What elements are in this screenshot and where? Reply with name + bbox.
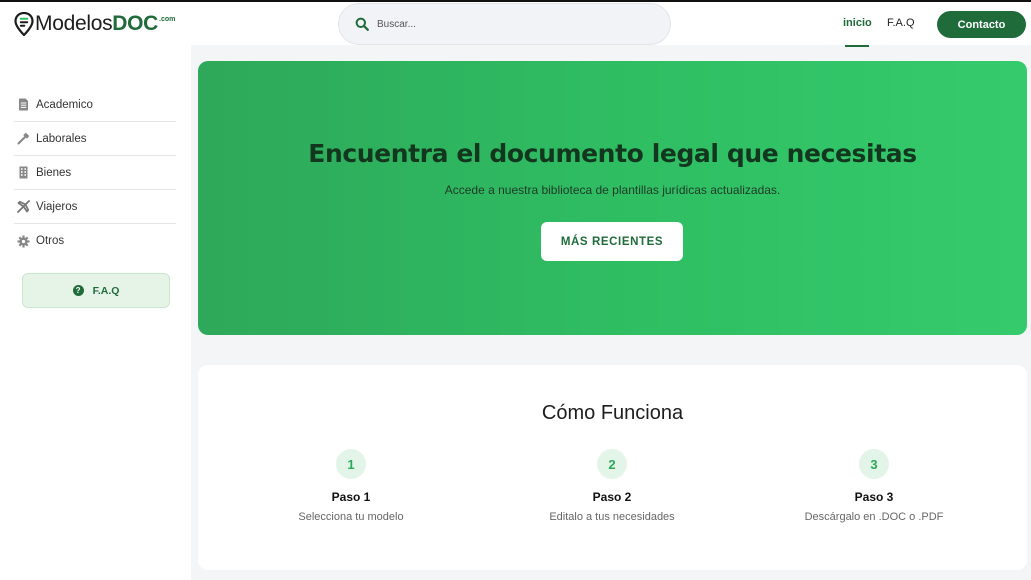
active-nav-indicator: [845, 45, 869, 47]
step-description: Selecciona tu modelo: [298, 511, 404, 523]
faq-label: F.A.Q: [92, 284, 120, 297]
step-2: 2 Paso 2 Editalo a tus necesidades: [512, 449, 712, 523]
step-number-badge: 3: [859, 449, 889, 479]
building-icon: [15, 165, 31, 181]
hero-title: Encuentra el documento legal que necesit…: [308, 139, 917, 168]
sidebar-item-laborales[interactable]: Laborales: [14, 122, 176, 156]
how-it-works-card: Cómo Funciona 1 Paso 1 Selecciona tu mod…: [198, 365, 1027, 570]
nav-link-faq[interactable]: F.A.Q: [887, 17, 915, 29]
contact-button[interactable]: Contacto: [937, 11, 1026, 38]
hero-subtitle: Accede a nuestra biblioteca de plantilla…: [444, 183, 781, 197]
search-bar[interactable]: [338, 3, 671, 45]
step-description: Editalo a tus necesidades: [549, 511, 675, 523]
search-icon: [355, 17, 369, 31]
top-bar: ModelosDOC .com inicio F.A.Q Contacto: [0, 2, 1031, 47]
sidebar-item-academico[interactable]: Academico: [14, 88, 176, 122]
step-number-badge: 2: [597, 449, 627, 479]
sidebar-item-otros[interactable]: Otros: [14, 224, 176, 258]
logo-suffix: .com: [159, 16, 176, 23]
question-icon: ?: [72, 285, 84, 296]
sidebar-item-label: Viajeros: [36, 200, 78, 213]
nav-link-inicio[interactable]: inicio: [843, 17, 872, 29]
sidebar-item-label: Bienes: [36, 166, 72, 179]
hero-banner: Encuentra el documento legal que necesit…: [198, 61, 1027, 335]
step-title: Paso 1: [331, 490, 371, 504]
step-title: Paso 3: [854, 490, 894, 504]
gear-icon: [15, 233, 31, 249]
sidebar-item-bienes[interactable]: Bienes: [14, 156, 176, 190]
logo-accent: DOC: [112, 12, 159, 35]
logo-main: Modelos: [35, 12, 113, 35]
step-3: 3 Paso 3 Descárgalo en .DOC o .PDF: [774, 449, 974, 523]
step-1: 1 Paso 1 Selecciona tu modelo: [251, 449, 451, 523]
logo-text: ModelosDOC: [35, 12, 158, 36]
sidebar-faq-button[interactable]: ? F.A.Q: [22, 273, 170, 308]
step-description: Descárgalo en .DOC o .PDF: [804, 511, 944, 523]
step-title: Paso 2: [592, 490, 632, 504]
search-input[interactable]: [377, 18, 637, 30]
logo[interactable]: ModelosDOC .com: [14, 10, 175, 36]
how-it-works-title: Cómo Funciona: [541, 402, 684, 424]
step-number-badge: 1: [336, 449, 366, 479]
document-icon: [15, 97, 31, 113]
sidebar-item-label: Laborales: [36, 132, 87, 145]
recent-button[interactable]: MÁS RECIENTES: [541, 222, 683, 261]
sidebar: Academico Laborales Bienes Viajeros Otro…: [0, 45, 191, 580]
sidebar-item-label: Academico: [36, 98, 93, 111]
sidebar-item-label: Otros: [36, 235, 65, 247]
sidebar-item-viajeros[interactable]: Viajeros: [14, 190, 176, 224]
airplane-icon: [15, 199, 31, 215]
hammer-icon: [15, 131, 31, 147]
logo-pin-icon: [14, 12, 34, 36]
